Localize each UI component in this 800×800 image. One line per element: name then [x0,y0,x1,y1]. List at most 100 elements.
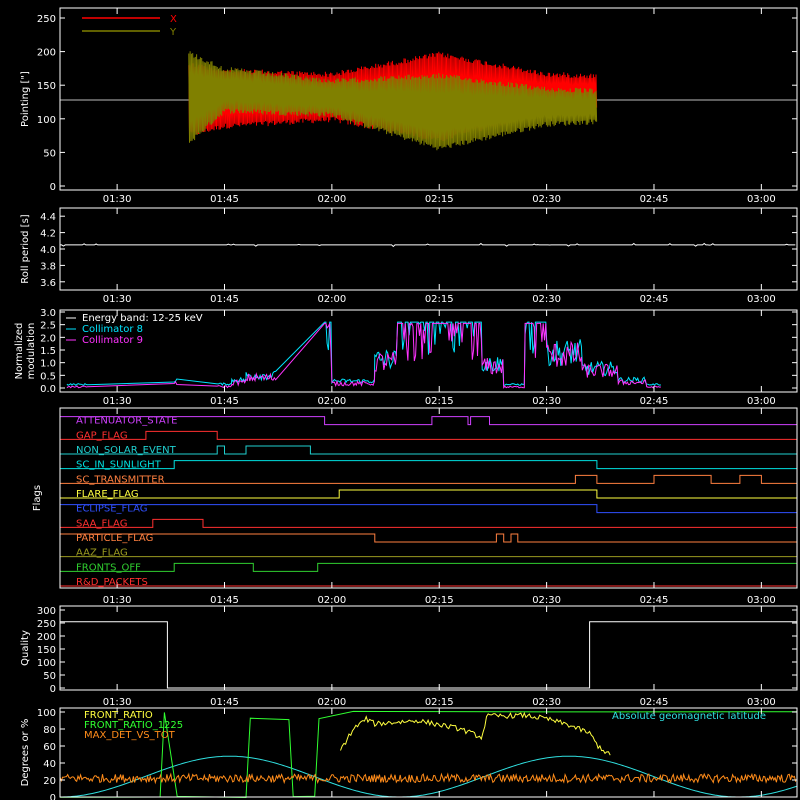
x-tick-label-modulation: 01:30 [103,396,132,407]
x-tick-label-pointing: 02:15 [425,194,454,205]
y-axis-label-flags: Flags [32,485,43,511]
flag-trace-sc-transmitter [60,474,797,484]
y-tick-label-roll: 4.4 [40,212,56,223]
panel-frame-quality [59,605,798,691]
series-line-collimator-8 [66,321,661,386]
y-tick-label-quality: 0 [50,684,56,695]
x-tick-label-quality: 03:00 [747,697,776,708]
x-tick-label-modulation: 02:00 [317,396,346,407]
x-tick-label-flags: 01:30 [103,595,132,606]
flag-label: FRONTS_OFF [76,562,141,573]
y-tick-label-roll: 4.2 [40,229,56,240]
series-line-roll-period [60,242,796,248]
flag-label: AAZ_FLAG [76,548,128,559]
y-tick-label-ratios: 60 [43,742,56,753]
y-axis-label-modulation-2: modulation [26,323,37,380]
series-line-quality [60,621,797,689]
x-tick-label-flags: 02:15 [425,595,454,606]
flag-trace-eclipse-flag [60,504,797,514]
x-tick-label-pointing: 03:00 [747,194,776,205]
y-axis-label-pointing: Pointing ["] [20,71,31,127]
x-tick-label-modulation: 02:45 [640,396,669,407]
chart-canvas: 05010015020025001:30 01:45 02:00 02:15 02:30… [14,7,798,800]
y-tick-label-modulation: 0.0 [40,384,56,395]
y-tick-label-quality: 250 [37,619,56,630]
x-tick-label-flags: 02:45 [640,595,669,606]
y-tick-label-modulation: 0.5 [40,371,56,382]
x-tick-label-roll: 02:30 [532,294,561,305]
x-tick-label-roll: 02:45 [640,294,669,305]
x-tick-label-quality: 02:15 [425,697,454,708]
x-tick-label-roll: 03:00 [747,294,776,305]
flag-label: GAP_FLAG [76,430,128,441]
y-tick-label-ratios: 40 [43,759,56,770]
y-tick-label-ratios: 100 [37,708,56,719]
flag-trace-fronts-off [60,562,797,572]
x-tick-label-pointing: 02:45 [640,194,669,205]
x-tick-label-flags: 02:30 [532,595,561,606]
y-axis-label-modulation-1: Normalized [14,323,25,380]
y-tick-label-roll: 3.8 [40,261,56,272]
flag-trace-flare-flag [60,489,797,499]
annotation-geomagnetic-latitude: Absolute geomagnetic latitude [612,711,766,722]
flag-label: SC_TRANSMITTER [76,474,165,485]
y-tick-label-pointing: 50 [43,148,56,159]
x-tick-label-flags: 03:00 [747,595,776,606]
y-tick-label-ratios: 0 [50,793,56,800]
y-tick-label-modulation: 2.5 [40,321,56,332]
series-line-geomagnetic-latitude [60,755,797,798]
x-tick-label-modulation: 03:00 [747,396,776,407]
y-axis-label-ratios: Degrees or % [20,719,31,787]
legend-label-ratio: MAX_DET_VS_TOT [84,730,176,741]
flag-trace-gap-flag [60,430,797,440]
flag-label: ECLIPSE_FLAG [76,504,147,515]
y-tick-label-ratios: 80 [43,725,56,736]
series-line-front-ratio [340,711,611,756]
x-tick-label-modulation: 01:45 [210,396,239,407]
y-tick-label-roll: 3.6 [40,278,56,289]
flag-trace-sc-in-sunlight [60,460,797,470]
y-tick-label-modulation: 2.0 [40,333,56,344]
flag-label: R&D_PACKETS [76,577,148,588]
flag-label: SAA_FLAG [76,518,127,529]
y-axis-label-roll: Roll period [s] [20,214,31,283]
y-tick-label-pointing: 200 [37,48,56,59]
x-tick-label-flags: 01:45 [210,595,239,606]
flag-label: ATTENUATOR_STATE [76,416,177,427]
y-tick-label-pointing: 250 [37,14,56,25]
flag-label: PARTICLE_FLAG [76,533,153,544]
x-tick-label-roll: 02:15 [425,294,454,305]
legend-label-modulation: Energy band: 12-25 keV [82,313,203,324]
y-tick-label-ratios: 20 [43,776,56,787]
x-tick-label-modulation: 02:30 [532,396,561,407]
x-tick-label-pointing: 02:00 [317,194,346,205]
x-tick-label-pointing: 01:30 [103,194,132,205]
x-tick-label-roll: 02:00 [317,294,346,305]
legend-label-modulation: Collimator 9 [82,335,143,346]
y-tick-label-pointing: 100 [37,115,56,126]
x-tick-label-pointing: 02:30 [532,194,561,205]
panel-frame-roll [59,207,798,291]
x-tick-label-modulation: 02:15 [425,396,454,407]
x-tick-label-quality: 01:30 [103,697,132,708]
x-tick-label-quality: 02:45 [640,697,669,708]
y-tick-label-pointing: 0 [50,182,56,193]
legend-label-x: X [170,14,177,25]
flag-trace-saa-flag [60,518,797,528]
y-axis-label-quality: Quality [20,630,31,666]
flag-label: FLARE_FLAG [76,489,139,500]
flag-label: SC_IN_SUNLIGHT [76,460,162,471]
legend-label-modulation: Collimator 8 [82,324,143,335]
y-tick-label-quality: 50 [43,671,56,682]
x-tick-label-pointing: 01:45 [210,194,239,205]
y-tick-label-modulation: 3.0 [40,308,56,319]
x-tick-label-quality: 02:00 [317,697,346,708]
y-tick-label-pointing: 150 [37,81,56,92]
x-tick-label-roll: 01:30 [103,294,132,305]
x-tick-label-roll: 01:45 [210,294,239,305]
x-tick-label-quality: 01:45 [210,697,239,708]
y-tick-label-modulation: 1.0 [40,359,56,370]
x-tick-label-quality: 02:30 [532,697,561,708]
series-line-max-det-vs-tot [59,772,797,785]
legend-label-y: Y [169,27,177,38]
